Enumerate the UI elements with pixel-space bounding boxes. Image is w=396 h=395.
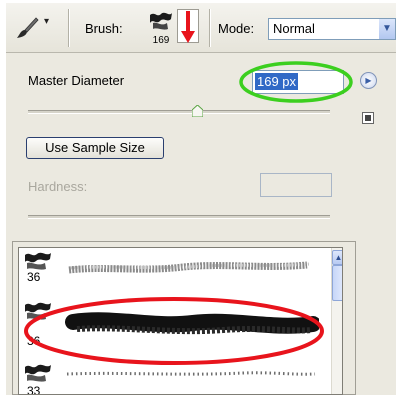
panel-menu-arrow-icon[interactable]: ▶ xyxy=(360,72,377,89)
brush-label: Brush: xyxy=(85,21,123,36)
green-highlight-annotation xyxy=(239,61,353,103)
brush-stroke-preview xyxy=(66,371,316,376)
hardness-slider[interactable] xyxy=(28,215,330,219)
preset-size: 36 xyxy=(27,270,41,284)
brush-tool-icon[interactable] xyxy=(14,15,40,41)
mode-label: Mode: xyxy=(218,21,255,36)
toolbar-divider xyxy=(209,9,210,47)
hardness-input[interactable] xyxy=(260,173,332,197)
preset-size: 33 xyxy=(27,384,41,395)
brush-size-readout: 169 xyxy=(152,35,170,46)
slider-thumb-icon[interactable] xyxy=(192,105,203,117)
toolbar-divider xyxy=(68,9,69,47)
tool-options-bar: ▾ Brush: 169 Mode: Normal ▼ xyxy=(6,3,396,53)
chevron-down-icon[interactable]: ▼ xyxy=(379,19,395,39)
hardness-label: Hardness: xyxy=(28,179,88,194)
scrollbar-thumb[interactable] xyxy=(332,265,342,301)
brush-tip-thumbnail xyxy=(25,252,51,270)
preset-list-scrollbar[interactable]: ▲ xyxy=(331,248,342,394)
brush-options-window: ▾ Brush: 169 Mode: Normal ▼ Master Diame… xyxy=(6,3,396,395)
new-preset-icon[interactable] xyxy=(362,112,374,124)
mode-select-value: Normal xyxy=(273,21,315,36)
use-sample-size-button[interactable]: Use Sample Size xyxy=(26,137,164,159)
mode-select[interactable]: Normal ▼ xyxy=(268,18,396,40)
brush-stroke-preview xyxy=(68,261,310,274)
red-arrow-annotation-icon xyxy=(181,11,195,43)
tool-preset-caret-icon[interactable]: ▾ xyxy=(44,16,49,27)
preset-row[interactable]: 36 xyxy=(19,248,329,294)
brush-preset-picker: Master Diameter 169 px ▶ Use Sample Size… xyxy=(6,54,396,395)
master-diameter-label: Master Diameter xyxy=(28,73,125,88)
brush-preset-list[interactable]: 36 36 33 ▲ xyxy=(18,247,343,395)
scroll-up-icon[interactable]: ▲ xyxy=(332,250,342,265)
red-highlight-annotation xyxy=(24,297,324,365)
master-diameter-slider[interactable] xyxy=(28,105,330,117)
brush-tip-thumbnail[interactable] xyxy=(147,9,175,33)
